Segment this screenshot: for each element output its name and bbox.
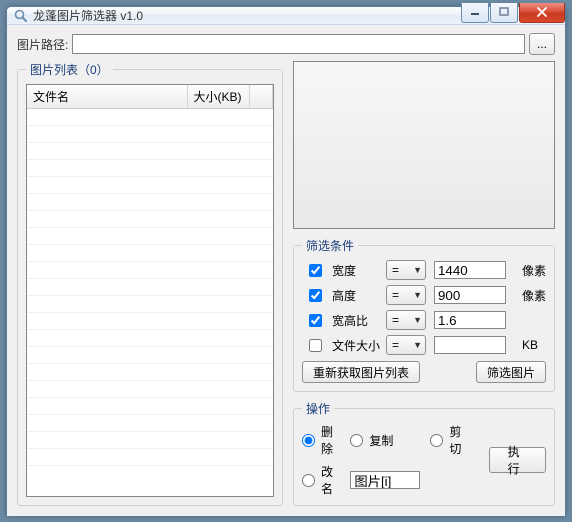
chevron-down-icon: ▼ bbox=[413, 315, 422, 325]
maximize-button[interactable] bbox=[490, 3, 518, 23]
size-op-select[interactable]: =▼ bbox=[386, 335, 426, 355]
col-spacer bbox=[249, 85, 273, 109]
filter-legend: 筛选条件 bbox=[302, 237, 358, 254]
ops-grid: 删除 复制 剪切 执行 改名 bbox=[302, 423, 546, 497]
chevron-down-icon: ▼ bbox=[413, 340, 422, 350]
op-cut-radio[interactable]: 剪切 bbox=[430, 423, 468, 457]
filter-fieldset: 筛选条件 宽度 =▼ 像素 高度 =▼ 像素 bbox=[293, 237, 555, 392]
execute-button[interactable]: 执行 bbox=[489, 447, 546, 473]
browse-button[interactable]: ... bbox=[529, 33, 555, 55]
magnifier-icon bbox=[13, 8, 29, 24]
client-area: 图片路径: ... 图片列表（0） 文件名 大小(KB) bbox=[7, 25, 565, 516]
file-table-body[interactable] bbox=[27, 109, 273, 466]
width-checkbox[interactable] bbox=[308, 264, 323, 277]
filter-images-button[interactable]: 筛选图片 bbox=[476, 361, 546, 383]
main-area: 图片列表（0） 文件名 大小(KB) bbox=[17, 61, 555, 506]
chevron-down-icon: ▼ bbox=[413, 265, 422, 275]
height-label: 高度 bbox=[332, 287, 380, 304]
op-rename-radio[interactable]: 改名 bbox=[302, 463, 340, 497]
op-delete-radio[interactable]: 删除 bbox=[302, 423, 340, 457]
file-table-wrap: 文件名 大小(KB) bbox=[26, 84, 274, 497]
height-input[interactable] bbox=[434, 286, 506, 304]
height-unit: 像素 bbox=[522, 287, 546, 304]
path-label: 图片路径: bbox=[17, 36, 68, 53]
close-button[interactable] bbox=[519, 3, 565, 23]
ratio-op-select[interactable]: =▼ bbox=[386, 310, 426, 330]
list-fieldset: 图片列表（0） 文件名 大小(KB) bbox=[17, 61, 283, 506]
window-title: 龙蓬图片筛选器 v1.0 bbox=[33, 7, 460, 24]
col-size[interactable]: 大小(KB) bbox=[187, 85, 249, 109]
ratio-checkbox[interactable] bbox=[308, 314, 323, 327]
refresh-list-button[interactable]: 重新获取图片列表 bbox=[302, 361, 420, 383]
height-op-select[interactable]: =▼ bbox=[386, 285, 426, 305]
list-legend: 图片列表（0） bbox=[26, 61, 113, 78]
op-copy-radio[interactable]: 复制 bbox=[350, 432, 420, 449]
preview-pane bbox=[293, 61, 555, 229]
window-controls bbox=[460, 3, 565, 23]
app-window: 龙蓬图片筛选器 v1.0 图片路径: ... 图片列表（0） bbox=[6, 6, 566, 516]
width-input[interactable] bbox=[434, 261, 506, 279]
minimize-button[interactable] bbox=[461, 3, 489, 23]
size-checkbox[interactable] bbox=[308, 339, 323, 352]
width-label: 宽度 bbox=[332, 262, 380, 279]
rename-pattern-input[interactable] bbox=[350, 471, 420, 489]
file-table: 文件名 大小(KB) bbox=[27, 85, 273, 466]
ratio-label: 宽高比 bbox=[332, 312, 380, 329]
list-column: 图片列表（0） 文件名 大小(KB) bbox=[17, 61, 283, 506]
size-label: 文件大小 bbox=[332, 337, 380, 354]
chevron-down-icon: ▼ bbox=[413, 290, 422, 300]
path-input[interactable] bbox=[72, 34, 525, 54]
col-filename[interactable]: 文件名 bbox=[27, 85, 187, 109]
ops-legend: 操作 bbox=[302, 400, 334, 417]
height-checkbox[interactable] bbox=[308, 289, 323, 302]
width-unit: 像素 bbox=[522, 262, 546, 279]
filter-grid: 宽度 =▼ 像素 高度 =▼ 像素 宽高比 =▼ bbox=[302, 260, 546, 355]
right-column: 筛选条件 宽度 =▼ 像素 高度 =▼ 像素 bbox=[293, 61, 555, 506]
width-op-select[interactable]: =▼ bbox=[386, 260, 426, 280]
size-unit: KB bbox=[522, 338, 546, 352]
ops-fieldset: 操作 删除 复制 剪切 执行 改名 bbox=[293, 400, 555, 506]
ratio-input[interactable] bbox=[434, 311, 506, 329]
titlebar[interactable]: 龙蓬图片筛选器 v1.0 bbox=[7, 7, 565, 25]
size-input[interactable] bbox=[434, 336, 506, 354]
path-row: 图片路径: ... bbox=[17, 33, 555, 55]
